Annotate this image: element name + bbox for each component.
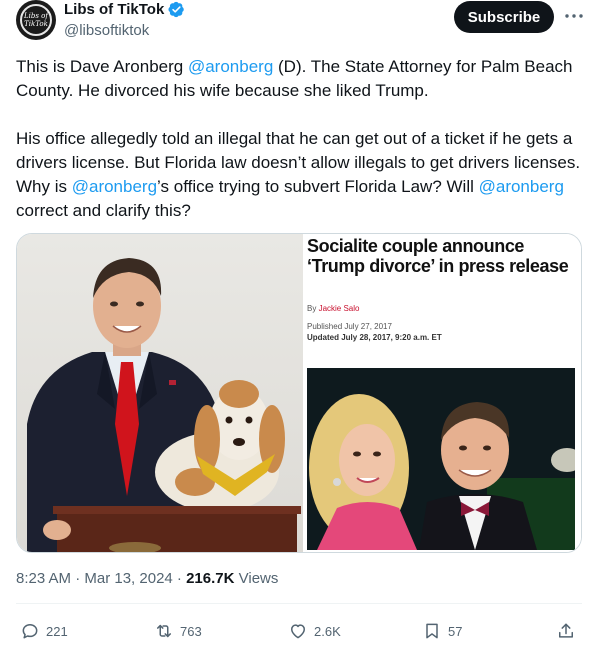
views-label: Views — [234, 570, 279, 587]
action-bar: 221 763 2.6K 57 — [16, 614, 582, 648]
tweet-meta: 8:23 AM · Mar 13, 2024 · 216.7K Views — [16, 570, 278, 587]
mention-link[interactable]: @aronberg — [72, 177, 157, 196]
display-name[interactable]: Libs of TikTok — [64, 1, 164, 18]
article-author: Jackie Salo — [318, 304, 360, 313]
author-block: Libs of TikTok @libsoftiktok — [64, 1, 185, 39]
bookmark-count: 57 — [448, 623, 463, 639]
mention-link[interactable]: @aronberg — [188, 57, 273, 76]
reply-button[interactable]: 221 — [20, 614, 68, 648]
bookmark-icon — [426, 623, 438, 639]
article-updated-date: Updated July 28, 2017, 9:20 a.m. ET — [307, 333, 442, 342]
reply-count: 221 — [46, 623, 68, 639]
photo-couple-illustration — [307, 368, 575, 550]
text-fragment: This is Dave Aronberg — [16, 57, 188, 76]
verified-badge-icon — [168, 1, 185, 18]
divider — [16, 603, 582, 604]
article-title: Socialite couple announce ‘Trump divorce… — [307, 236, 569, 276]
avatar[interactable]: Libs of TikTok — [16, 0, 56, 40]
photo-man-with-dog[interactable] — [17, 234, 303, 552]
tweet-paragraph-1: This is Dave Aronberg @aronberg (D). The… — [16, 55, 582, 103]
text-fragment: correct and clarify this? — [16, 201, 191, 220]
article-published-date: Published July 27, 2017 — [307, 322, 392, 331]
share-icon — [559, 623, 573, 638]
author-name-row[interactable]: Libs of TikTok — [64, 1, 185, 18]
tweet-paragraph-2: His office allegedly told an illegal tha… — [16, 127, 582, 223]
views-count: 216.7K — [186, 570, 235, 587]
avatar-logo-text: Libs of TikTok — [24, 12, 48, 28]
more-icon[interactable] — [562, 4, 586, 28]
article-screenshot[interactable]: Socialite couple announce ‘Trump divorce… — [305, 234, 581, 552]
article-byline: By Jackie Salo — [307, 304, 359, 313]
handle[interactable]: @libsoftiktok — [64, 22, 185, 39]
mention-link[interactable]: @aronberg — [479, 177, 564, 196]
photo-man-with-dog-illustration — [27, 258, 301, 552]
byline-prefix: By — [307, 304, 319, 313]
photo-couple — [307, 368, 575, 550]
like-count: 2.6K — [314, 623, 341, 639]
heart-icon — [291, 624, 305, 639]
repost-button[interactable]: 763 — [154, 614, 202, 648]
tweet-header: Libs of TikTok Libs of TikTok @libsoftik… — [16, 0, 583, 46]
text-fragment: ’s office trying to subvert Florida Law?… — [157, 177, 479, 196]
subscribe-button[interactable]: Subscribe — [454, 1, 554, 33]
reply-icon — [22, 624, 38, 639]
tweet-text: This is Dave Aronberg @aronberg (D). The… — [16, 55, 582, 223]
like-button[interactable]: 2.6K — [288, 614, 341, 648]
share-button[interactable] — [556, 614, 576, 648]
repost-count: 763 — [180, 623, 202, 639]
media-grid[interactable]: Socialite couple announce ‘Trump divorce… — [16, 233, 582, 553]
bookmark-button[interactable]: 57 — [422, 614, 462, 648]
repost-icon — [157, 624, 171, 638]
tweet-timestamp[interactable]: 8:23 AM · Mar 13, 2024 · — [16, 570, 186, 587]
